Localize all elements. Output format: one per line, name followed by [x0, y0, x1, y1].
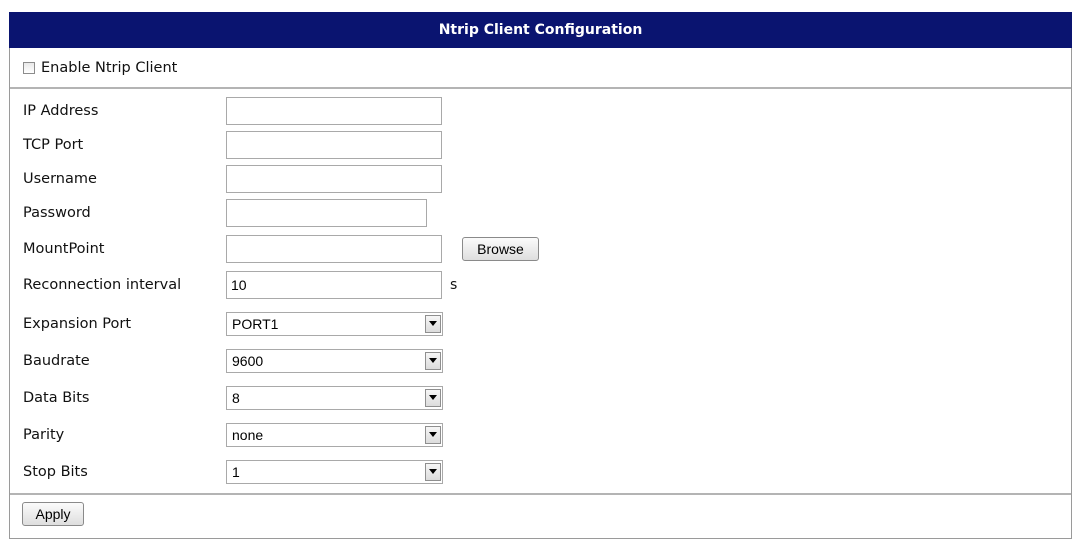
mountpoint-label: MountPoint	[23, 241, 105, 257]
stop-bits-row: Stop Bits 1	[10, 457, 1071, 487]
reconnection-interval-unit: s	[450, 277, 458, 293]
reconnection-interval-row: Reconnection interval 10 s	[10, 270, 1071, 300]
enable-ntrip-label: Enable Ntrip Client	[41, 60, 178, 76]
reconnection-interval-input[interactable]: 10	[226, 271, 442, 299]
panel-title: Ntrip Client Configuration	[9, 12, 1072, 48]
chevron-down-icon[interactable]	[425, 463, 441, 481]
chevron-down-icon[interactable]	[425, 352, 441, 370]
reconnection-interval-label: Reconnection interval	[23, 277, 182, 293]
username-input[interactable]	[226, 165, 442, 193]
baudrate-label: Baudrate	[23, 353, 90, 369]
stop-bits-label: Stop Bits	[23, 464, 88, 480]
stop-bits-select[interactable]: 1	[226, 460, 443, 484]
ip-address-label: IP Address	[23, 103, 99, 119]
data-bits-label: Data Bits	[23, 390, 90, 406]
parity-row: Parity none	[10, 420, 1071, 450]
separator-bottom	[10, 493, 1071, 495]
mountpoint-row: MountPoint Browse	[10, 234, 1071, 264]
enable-ntrip-checkbox[interactable]	[23, 62, 35, 74]
tcp-port-row: TCP Port	[10, 130, 1071, 160]
ip-address-input[interactable]	[226, 97, 442, 125]
tcp-port-label: TCP Port	[23, 137, 84, 153]
password-label: Password	[23, 205, 91, 221]
password-row: Password	[10, 198, 1071, 228]
expansion-port-select[interactable]: PORT1	[226, 312, 443, 336]
browse-button[interactable]: Browse	[462, 237, 539, 261]
chevron-down-icon[interactable]	[425, 315, 441, 333]
username-label: Username	[23, 171, 97, 187]
enable-ntrip-row[interactable]: Enable Ntrip Client	[23, 57, 177, 79]
data-bits-row: Data Bits 8	[10, 383, 1071, 413]
parity-value: none	[232, 427, 264, 443]
stop-bits-value: 1	[232, 464, 240, 480]
data-bits-value: 8	[232, 390, 240, 406]
chevron-down-icon[interactable]	[425, 389, 441, 407]
expansion-port-value: PORT1	[232, 316, 279, 332]
username-row: Username	[10, 164, 1071, 194]
tcp-port-input[interactable]	[226, 131, 442, 159]
chevron-down-icon[interactable]	[425, 426, 441, 444]
expansion-port-label: Expansion Port	[23, 316, 132, 332]
expansion-port-row: Expansion Port PORT1	[10, 309, 1071, 339]
apply-button[interactable]: Apply	[22, 502, 84, 526]
data-bits-select[interactable]: 8	[226, 386, 443, 410]
ntrip-config-panel: Ntrip Client Configuration Enable Ntrip …	[9, 12, 1072, 539]
baudrate-value: 9600	[232, 353, 264, 369]
password-input[interactable]	[226, 199, 427, 227]
separator-top	[10, 87, 1071, 89]
baudrate-select[interactable]: 9600	[226, 349, 443, 373]
parity-select[interactable]: none	[226, 423, 443, 447]
ip-address-row: IP Address	[10, 96, 1071, 126]
mountpoint-input[interactable]	[226, 235, 442, 263]
baudrate-row: Baudrate 9600	[10, 346, 1071, 376]
parity-label: Parity	[23, 427, 65, 443]
